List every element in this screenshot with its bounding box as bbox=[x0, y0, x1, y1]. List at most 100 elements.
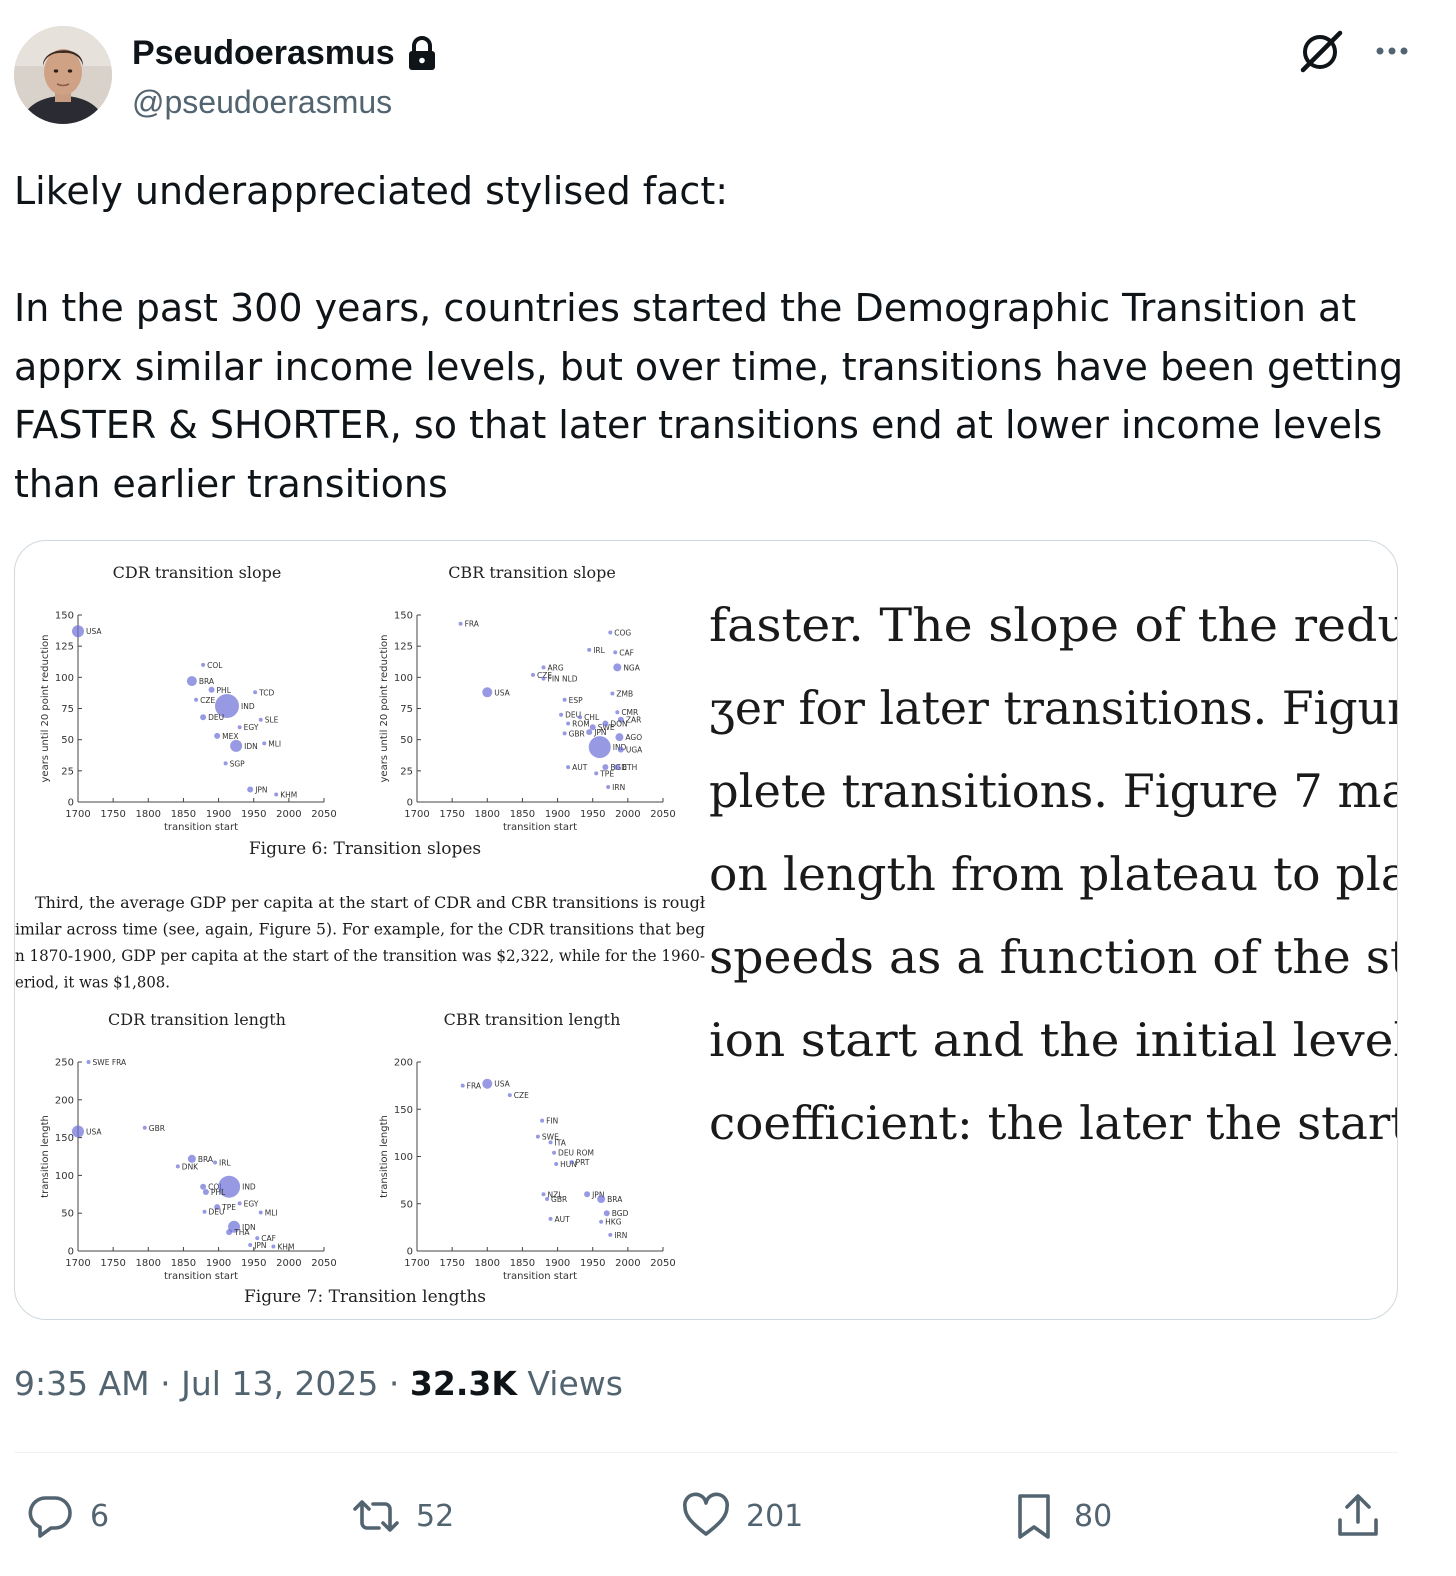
y-tick-label: 0 bbox=[68, 798, 74, 809]
data-label: IRL bbox=[593, 646, 605, 655]
data-label: COL bbox=[207, 661, 223, 670]
tweet-media[interactable]: CDR transition slope 0 25 50 75 100 125 150 1700… bbox=[14, 540, 1398, 1320]
grok-icon[interactable] bbox=[1298, 28, 1344, 74]
data-label: EGY bbox=[244, 723, 259, 732]
data-label: IDN bbox=[244, 742, 258, 751]
data-point bbox=[617, 746, 624, 753]
like-button[interactable]: 201 bbox=[680, 1484, 803, 1548]
like-icon bbox=[683, 1492, 729, 1536]
like-count: 201 bbox=[746, 1498, 804, 1534]
data-label: MEX bbox=[222, 732, 238, 741]
data-point bbox=[194, 697, 199, 702]
data-point bbox=[608, 630, 613, 635]
data-label: USA bbox=[494, 1080, 510, 1089]
zoom-line: speeds as a function of the st bbox=[709, 930, 1398, 984]
x-axis-label: transition start bbox=[164, 822, 238, 833]
data-label: CAF bbox=[619, 648, 634, 657]
avatar[interactable] bbox=[14, 26, 112, 124]
data-label: IRN bbox=[614, 1231, 627, 1240]
chart-title: CDR transition slope bbox=[113, 563, 282, 582]
more-icon[interactable] bbox=[1370, 29, 1414, 73]
y-tick-label: 100 bbox=[394, 1152, 413, 1163]
y-tick-label: 0 bbox=[68, 1247, 74, 1258]
data-point bbox=[226, 1229, 233, 1236]
zoom-line: plete transitions. Figure 7 ma bbox=[709, 764, 1398, 818]
data-label: ETH bbox=[622, 763, 637, 772]
data-label: TCD bbox=[258, 688, 274, 697]
repost-button[interactable]: 52 bbox=[350, 1484, 454, 1548]
data-label: ITA bbox=[555, 1138, 567, 1147]
data-point bbox=[562, 697, 567, 702]
paragraph-line: n 1870-1900, GDP per capita at the start… bbox=[15, 947, 705, 965]
media-image: CDR transition slope 0 25 50 75 100 125 150 1700… bbox=[15, 563, 1398, 1307]
chart-panel: CDR transition slope 0 25 50 75 100 125 150 1700… bbox=[40, 563, 337, 833]
data-label: PRT bbox=[576, 1158, 590, 1167]
data-label: FRA bbox=[465, 620, 480, 629]
y-tick-label: 50 bbox=[61, 735, 74, 746]
x-tick-label: 2050 bbox=[650, 1258, 675, 1269]
data-label: CZE bbox=[200, 696, 215, 705]
data-point bbox=[142, 1125, 147, 1130]
x-tick-label: 1750 bbox=[439, 809, 464, 820]
zoomed-text: faster. The slope of the redu ʒer for lat… bbox=[709, 598, 1398, 1150]
data-point bbox=[237, 725, 242, 730]
share-button[interactable] bbox=[1332, 1484, 1384, 1548]
x-tick-label: 2050 bbox=[311, 1258, 336, 1269]
data-point bbox=[594, 771, 599, 776]
x-tick-label: 2000 bbox=[615, 809, 640, 820]
paragraph-line: eriod, it was $1,808. bbox=[15, 974, 170, 992]
x-tick-label: 1750 bbox=[439, 1258, 464, 1269]
repost-count: 52 bbox=[416, 1498, 455, 1534]
data-point bbox=[541, 665, 546, 670]
data-point bbox=[200, 714, 207, 721]
reply-button[interactable]: 6 bbox=[24, 1484, 109, 1548]
x-tick-label: 1950 bbox=[580, 1258, 605, 1269]
data-label: FRA bbox=[467, 1082, 482, 1091]
share-icon bbox=[1338, 1494, 1378, 1536]
data-point bbox=[186, 676, 197, 687]
chart-panel: CDR transition length 0 50 100 150 200 250 1700… bbox=[40, 1010, 337, 1282]
data-label: DEU ROM bbox=[558, 1149, 594, 1158]
data-point bbox=[458, 621, 463, 626]
display-name[interactable]: Pseudoerasmus bbox=[132, 34, 395, 73]
paragraph-line: imilar across time (see, again, Figure 5… bbox=[15, 921, 705, 939]
y-tick-label: 0 bbox=[407, 1247, 413, 1258]
y-tick-label: 200 bbox=[394, 1058, 413, 1069]
figure7-caption: Figure 7: Transition lengths bbox=[244, 1287, 486, 1307]
bookmark-button[interactable]: 80 bbox=[1008, 1484, 1112, 1548]
data-point bbox=[175, 1164, 180, 1169]
x-tick-label: 1900 bbox=[545, 809, 570, 820]
x-tick-label: 1850 bbox=[171, 809, 196, 820]
data-label: ZAR bbox=[626, 716, 641, 725]
data-point bbox=[262, 741, 267, 746]
data-label: EGY bbox=[244, 1199, 259, 1208]
data-label: BRA bbox=[199, 677, 215, 686]
x-tick-label: 1800 bbox=[475, 1258, 500, 1269]
data-label: IRL bbox=[219, 1159, 231, 1168]
chart-title: CDR transition length bbox=[108, 1010, 286, 1029]
x-tick-label: 1950 bbox=[241, 1258, 266, 1269]
zoom-line: ʒer for later transitions. Figur bbox=[709, 681, 1398, 735]
data-point bbox=[253, 690, 258, 695]
data-label: ESP bbox=[569, 696, 583, 705]
data-label: JPN bbox=[593, 728, 606, 737]
data-label: DNK bbox=[182, 1162, 199, 1171]
data-point bbox=[202, 1209, 207, 1214]
chart-title: CBR transition slope bbox=[448, 563, 616, 582]
data-label: BRA bbox=[607, 1195, 623, 1204]
data-label: SLE bbox=[265, 716, 279, 725]
data-label: USA bbox=[86, 1128, 102, 1137]
data-label: JPN bbox=[253, 1241, 266, 1250]
data-point bbox=[72, 1125, 84, 1138]
data-label: FIN NLD bbox=[548, 675, 578, 684]
tweet-date[interactable]: Jul 13, 2025 bbox=[181, 1364, 378, 1403]
data-label: AGO bbox=[625, 733, 642, 742]
data-point bbox=[597, 1195, 606, 1204]
data-point bbox=[541, 1192, 546, 1197]
tweet-time[interactable]: 9:35 AM bbox=[14, 1364, 150, 1403]
data-point bbox=[562, 731, 567, 736]
tweet-header: Pseudoerasmus @pseudoerasmus bbox=[14, 26, 1414, 126]
user-handle[interactable]: @pseudoerasmus bbox=[132, 84, 392, 121]
lock-icon bbox=[405, 35, 439, 72]
data-label: GBR bbox=[149, 1124, 165, 1133]
